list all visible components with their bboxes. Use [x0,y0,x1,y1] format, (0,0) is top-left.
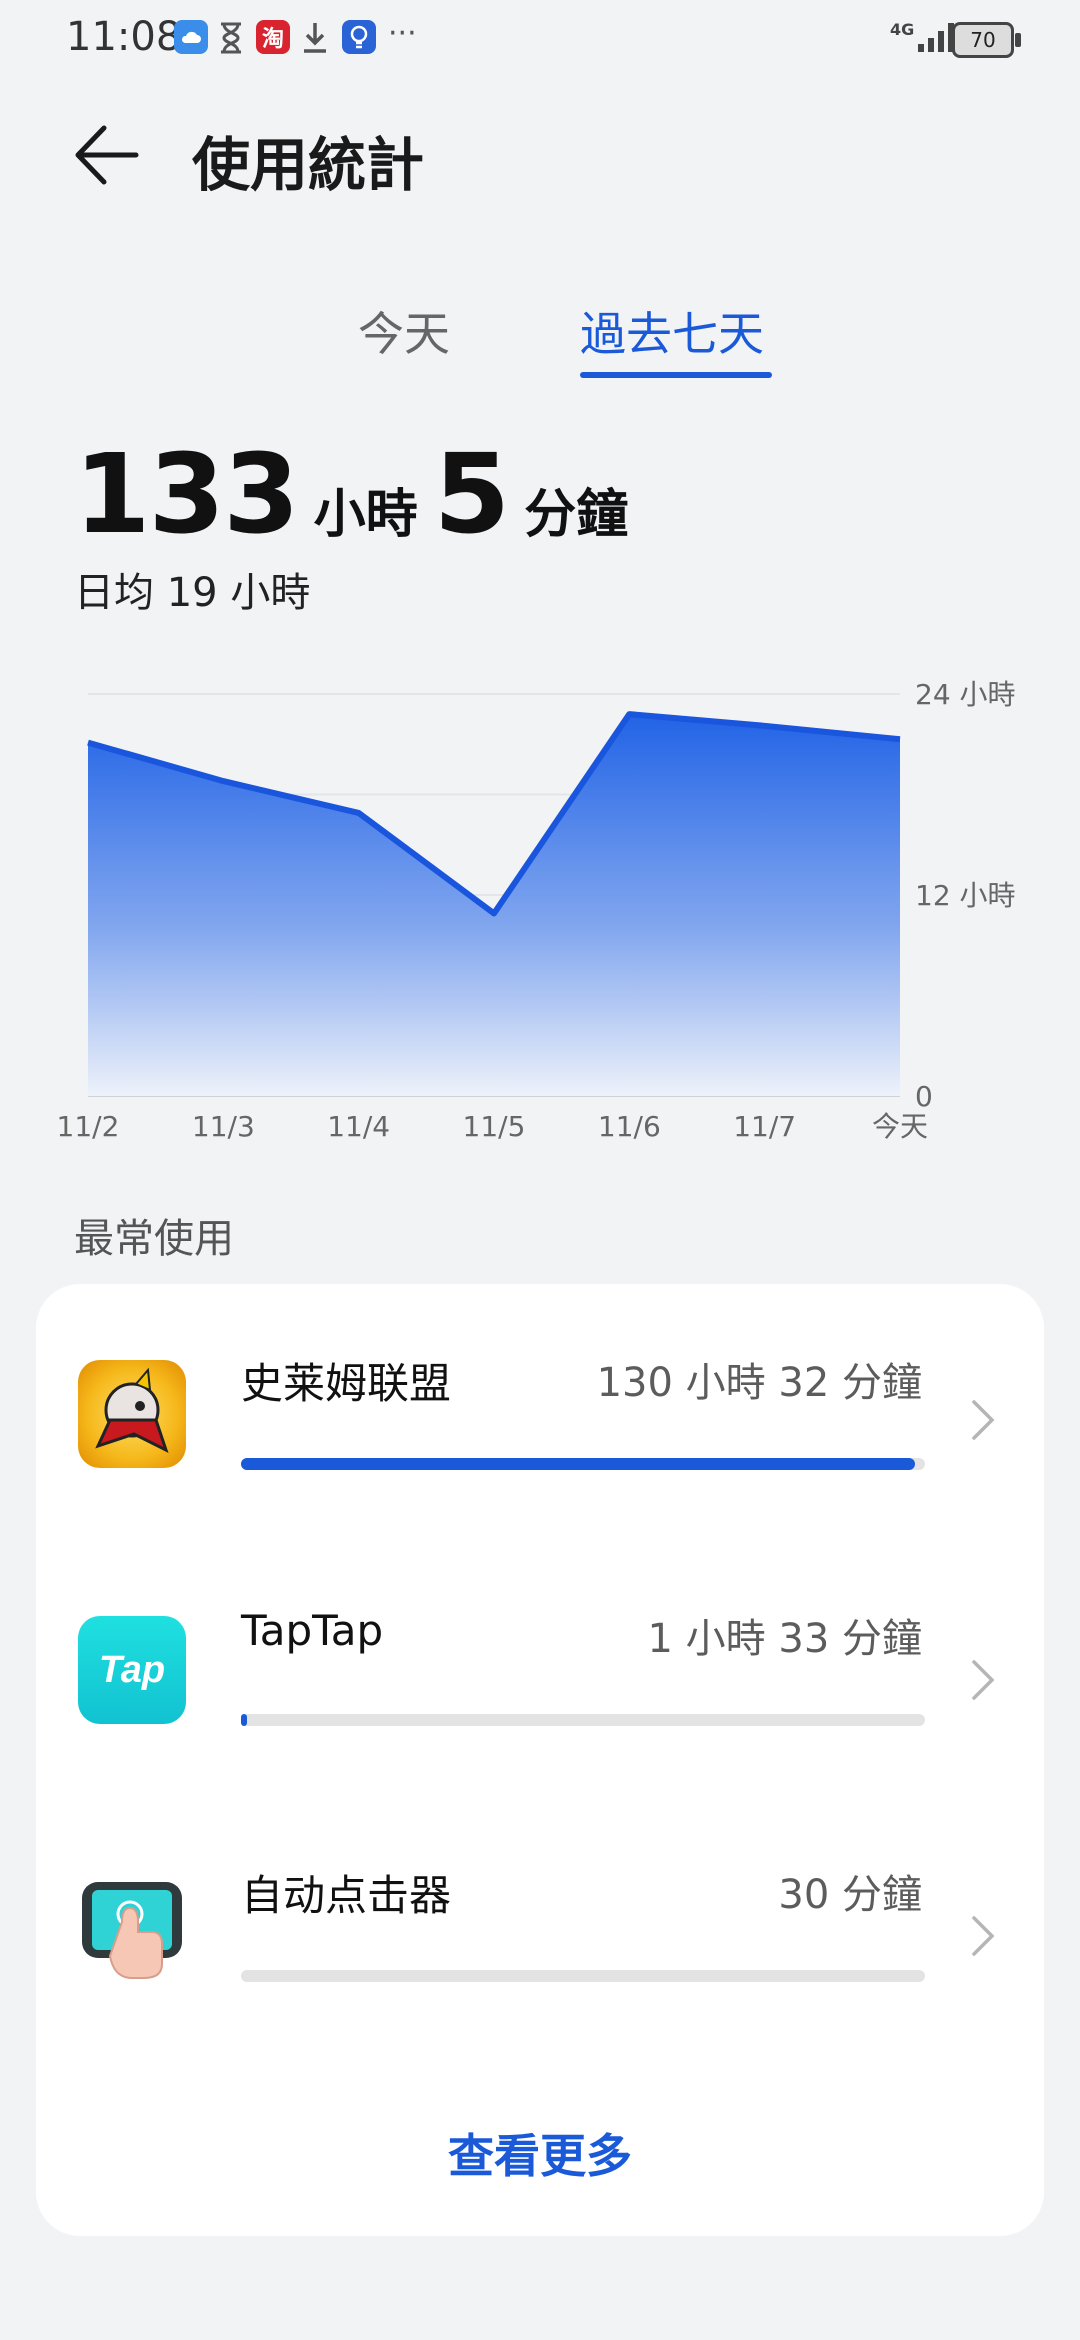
status-time: 11:08 [66,14,182,60]
total-hours: 133 [74,430,300,558]
tab-active-indicator [580,372,772,378]
auto-clicker-app-icon [78,1872,186,1980]
taptap-icon-text: Tap [98,1648,166,1691]
app-usage-time: 30 分鐘 [778,1872,922,1918]
lightbulb-icon [342,20,376,54]
chart-x-tick-label: 11/7 [733,1110,796,1143]
taobao-icon: 淘 [256,20,290,54]
download-icon [300,20,330,54]
cloud-icon [174,20,208,54]
chart-x-tick-label: 11/6 [598,1110,661,1143]
chevron-right-icon [972,1916,995,1956]
more-icon: ··· [388,16,417,51]
usage-bar-track [241,1970,925,1982]
app-name: TapTap [241,1606,384,1655]
total-usage: 133 小時 5 分鐘 [74,430,628,558]
usage-bar-fill [241,1458,915,1470]
total-minutes-unit: 分鐘 [524,485,629,545]
usage-bar-track [241,1714,925,1726]
usage-bar-track [241,1458,925,1470]
hourglass-icon [218,22,244,54]
see-more-button[interactable]: 查看更多 [36,2120,1044,2186]
app-usage-time: 1 小時 33 分鐘 [647,1616,923,1662]
taptap-app-icon: Tap [78,1616,186,1724]
slime-league-app-icon [78,1360,186,1468]
chart-x-tick-label: 11/5 [463,1110,526,1143]
chart-area-fill [88,714,900,1096]
usage-bar-fill [241,1714,247,1726]
tab-today[interactable]: 今天 [358,298,450,364]
chart-x-tick-label: 11/2 [57,1110,120,1143]
chart-x-tick-label: 11/3 [192,1110,255,1143]
chevron-right-icon [972,1400,995,1440]
chevron-right-icon [972,1660,995,1700]
chart-y-tick-label: 24 小時 [915,678,1016,711]
chart-x-tick-label: 11/4 [327,1110,390,1143]
app-usage-card: 史莱姆联盟 130 小時 32 分鐘 Tap TapTap 1 小時 33 分鐘 [36,1284,1044,2236]
back-button[interactable] [70,120,140,190]
total-minutes: 5 [433,430,511,558]
app-usage-time: 130 小時 32 分鐘 [596,1360,922,1406]
total-hours-unit: 小時 [313,485,418,545]
section-title-most-used: 最常使用 [74,1216,234,1262]
chart-x-tick-label: 今天 [872,1110,928,1143]
app-name: 史莱姆联盟 [241,1359,452,1408]
app-row-auto-clicker[interactable]: 自动点击器 30 分鐘 [36,1796,1044,2036]
tab-past-seven-days[interactable]: 過去七天 [580,298,764,364]
daily-average: 日均 19 小時 [74,570,311,616]
back-arrow-icon [75,125,139,185]
page-title: 使用統計 [192,131,425,199]
app-row-slime-league[interactable]: 史莱姆联盟 130 小時 32 分鐘 [36,1284,1044,1524]
chart-y-tick-label: 12 小時 [915,879,1016,912]
network-type: 4G [890,20,915,39]
battery-icon: 70 [952,22,1021,58]
app-row-taptap[interactable]: Tap TapTap 1 小時 33 分鐘 [36,1540,1044,1780]
app-name: 自动点击器 [241,1871,452,1920]
chart-y-tick-label: 0 [915,1080,933,1113]
usage-area-chart: 24 小時 12 小時 0 11/2 11/3 11/4 11/5 11/6 11/7 今天 [57,678,1016,1143]
